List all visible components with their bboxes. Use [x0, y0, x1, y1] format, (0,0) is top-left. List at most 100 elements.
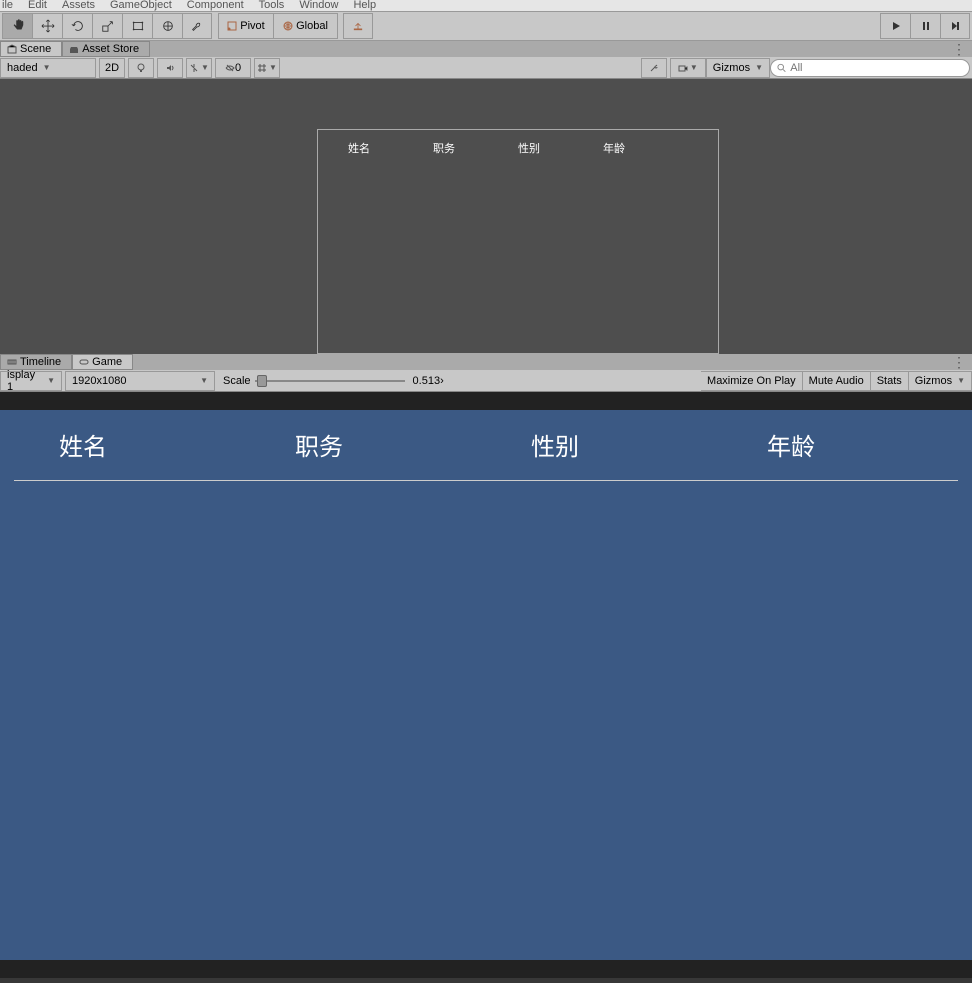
scene-header-gender: 性别	[518, 140, 603, 156]
menu-component[interactable]: Component	[187, 0, 244, 11]
pivot-label: Pivot	[240, 20, 264, 32]
dropdown-arrow-icon: ▼	[269, 63, 277, 72]
timeline-icon	[7, 357, 17, 367]
pause-icon	[920, 20, 932, 32]
scale-slider[interactable]	[255, 371, 405, 391]
rotate-icon	[71, 19, 85, 33]
asset-store-icon	[69, 44, 79, 54]
custom-tool-button[interactable]	[182, 13, 212, 39]
main-toolbar: Pivot Global	[0, 11, 972, 41]
lightbulb-icon	[136, 63, 146, 73]
move-tool-button[interactable]	[32, 13, 62, 39]
hand-icon	[11, 19, 25, 33]
menu-edit[interactable]: Edit	[28, 0, 47, 11]
hidden-count-label: 0	[235, 62, 241, 74]
dropdown-arrow-icon: ▼	[755, 63, 763, 72]
2d-toggle-button[interactable]: 2D	[99, 58, 125, 78]
fx-icon	[189, 63, 199, 73]
letterbox-top	[0, 392, 972, 410]
mute-audio-button[interactable]: Mute Audio	[803, 371, 871, 391]
game-table-divider	[14, 480, 958, 481]
collab-button[interactable]	[343, 13, 373, 39]
game-view-toolbar: isplay 1 ▼ 1920x1080 ▼ Scale 0.513› Maxi…	[0, 370, 972, 392]
scene-header-name: 姓名	[348, 140, 433, 156]
camera-settings-button[interactable]: ▼	[670, 58, 706, 78]
gizmos-label: Gizmos	[713, 62, 750, 74]
scene-search-box[interactable]	[770, 59, 970, 77]
step-icon	[949, 20, 961, 32]
tools-settings-button[interactable]	[641, 58, 667, 78]
gizmos-dropdown[interactable]: Gizmos ▼	[706, 58, 770, 78]
pause-button[interactable]	[910, 13, 940, 39]
play-icon	[890, 20, 902, 32]
letterbox-bottom	[0, 960, 972, 978]
wrench-icon	[190, 19, 204, 33]
tab-scene[interactable]: Scene	[0, 41, 62, 57]
scene-search-input[interactable]	[790, 62, 963, 74]
game-gizmos-dropdown[interactable]: Gizmos ▼	[909, 371, 972, 391]
rotate-tool-button[interactable]	[62, 13, 92, 39]
scene-tab-context-menu[interactable]: ⋮	[946, 41, 972, 57]
scene-header-age: 年龄	[603, 140, 688, 156]
tab-timeline[interactable]: Timeline	[0, 354, 72, 370]
search-icon	[777, 63, 786, 73]
play-controls	[880, 13, 970, 39]
menu-window[interactable]: Window	[299, 0, 338, 11]
move-icon	[41, 19, 55, 33]
grid-icon	[257, 63, 267, 73]
maximize-on-play-button[interactable]: Maximize On Play	[701, 371, 803, 391]
game-header-position: 职务	[250, 427, 486, 462]
canvas-gizmo[interactable]: 姓名 职务 性别 年龄	[317, 129, 719, 354]
global-toggle-button[interactable]: Global	[274, 13, 338, 39]
menu-file[interactable]: ile	[2, 0, 13, 11]
scene-header-position: 职务	[433, 140, 518, 156]
display-dropdown[interactable]: isplay 1 ▼	[0, 371, 62, 391]
slider-thumb[interactable]	[257, 375, 267, 387]
menu-help[interactable]: Help	[353, 0, 376, 11]
dropdown-arrow-icon: ▼	[43, 63, 51, 72]
audio-toggle-button[interactable]	[157, 58, 183, 78]
settings-icon	[649, 63, 659, 73]
grid-toggle-button[interactable]: ▼	[254, 58, 280, 78]
dropdown-arrow-icon: ▼	[690, 63, 698, 72]
collab-icon	[353, 21, 363, 31]
pivot-toggle-button[interactable]: Pivot	[218, 13, 274, 39]
pivot-icon	[227, 21, 237, 31]
scale-icon	[101, 19, 115, 33]
step-button[interactable]	[940, 13, 970, 39]
hand-tool-button[interactable]	[2, 13, 32, 39]
resolution-dropdown[interactable]: 1920x1080 ▼	[65, 371, 215, 391]
stats-label: Stats	[877, 375, 902, 387]
play-button[interactable]	[880, 13, 910, 39]
main-menu-bar: ile Edit Assets GameObject Component Too…	[0, 0, 972, 11]
scale-label: Scale	[223, 375, 251, 387]
tab-asset-store[interactable]: Asset Store	[62, 41, 150, 57]
hidden-objects-button[interactable]: 0	[215, 58, 251, 78]
stats-button[interactable]: Stats	[871, 371, 909, 391]
scene-tab-bar: Scene Asset Store ⋮	[0, 41, 972, 57]
lighting-toggle-button[interactable]	[128, 58, 154, 78]
game-tab-bar: Timeline Game ⋮	[0, 354, 972, 370]
fx-toggle-button[interactable]: ▼	[186, 58, 212, 78]
shading-mode-dropdown[interactable]: haded ▼	[0, 58, 96, 78]
menu-assets[interactable]: Assets	[62, 0, 95, 11]
rect-tool-button[interactable]	[122, 13, 152, 39]
transform-tool-button[interactable]	[152, 13, 182, 39]
mute-label: Mute Audio	[809, 375, 864, 387]
scale-tool-button[interactable]	[92, 13, 122, 39]
tab-game[interactable]: Game	[72, 354, 133, 370]
game-gizmos-label: Gizmos	[915, 375, 952, 387]
transform-tools	[2, 13, 212, 39]
menu-tools[interactable]: Tools	[259, 0, 285, 11]
game-viewport: 姓名 职务 性别 年龄	[0, 392, 972, 960]
rect-icon	[131, 19, 145, 33]
game-tab-context-menu[interactable]: ⋮	[946, 354, 972, 370]
eye-off-icon	[225, 63, 235, 73]
menu-gameobject[interactable]: GameObject	[110, 0, 172, 11]
display-label: isplay 1	[7, 369, 42, 393]
tab-scene-label: Scene	[20, 43, 51, 55]
scene-viewport[interactable]: 姓名 职务 性别 年龄	[0, 79, 972, 354]
global-label: Global	[296, 20, 328, 32]
tab-asset-store-label: Asset Store	[82, 43, 139, 55]
game-header-gender: 性别	[486, 427, 722, 462]
